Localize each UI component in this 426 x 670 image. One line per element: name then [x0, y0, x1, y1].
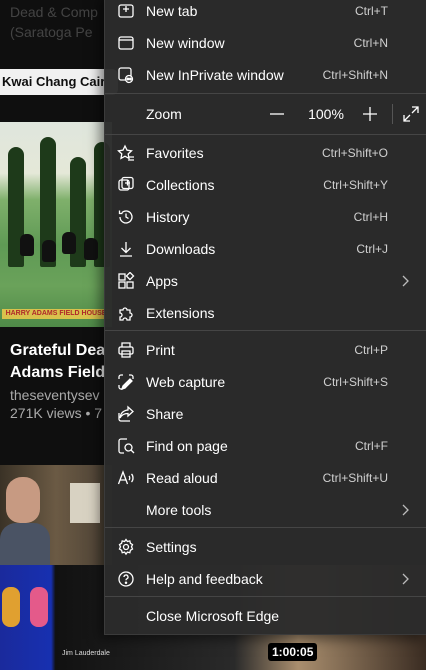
- menu-item-shortcut: Ctrl+Shift+S: [323, 375, 388, 389]
- menu-item-print[interactable]: Print Ctrl+P: [105, 334, 426, 366]
- video-duration-badge: 1:00:05: [268, 643, 318, 661]
- video-title[interactable]: Grateful Dea Adams Field: [10, 340, 110, 384]
- menu-item-label: New window: [146, 35, 225, 51]
- menu-divider: [105, 527, 426, 528]
- menu-item-label: New InPrivate window: [146, 67, 284, 83]
- menu-item-new-inprivate-window[interactable]: New InPrivate window Ctrl+Shift+N: [105, 59, 426, 91]
- menu-divider: [105, 596, 426, 597]
- help-icon: [117, 570, 135, 588]
- thumbnail-caption: Jim Lauderdale: [62, 650, 110, 657]
- menu-item-label: Downloads: [146, 241, 216, 257]
- menu-item-shortcut: Ctrl+N: [353, 36, 388, 50]
- menu-item-label: Close Microsoft Edge: [146, 608, 280, 624]
- menu-item-read-aloud[interactable]: Read aloud Ctrl+Shift+U: [105, 462, 426, 494]
- print-icon: [117, 341, 135, 359]
- new-tab-icon: [117, 2, 135, 20]
- zoom-out-button[interactable]: [268, 105, 286, 123]
- video-thumbnail[interactable]: [0, 465, 112, 565]
- zoom-label: Zoom: [146, 106, 182, 122]
- apps-icon: [117, 272, 135, 290]
- menu-item-label: Share: [146, 406, 184, 422]
- menu-item-label: History: [146, 209, 190, 225]
- menu-item-label: Find on page: [146, 438, 228, 454]
- channel-name[interactable]: theseventysev: [10, 387, 110, 403]
- menu-item-label: Help and feedback: [146, 571, 263, 587]
- menu-item-label: Print: [146, 342, 175, 358]
- menu-item-shortcut: Ctrl+Shift+Y: [323, 178, 388, 192]
- extensions-icon: [117, 304, 135, 322]
- web-capture-icon: [117, 373, 135, 391]
- menu-item-shortcut: Ctrl+Shift+U: [322, 471, 388, 485]
- video-thumbnail[interactable]: HARRY ADAMS FIELD HOUSE: [0, 122, 112, 327]
- fullscreen-icon[interactable]: [402, 105, 420, 123]
- menu-item-label: Favorites: [146, 145, 204, 161]
- menu-item-shortcut: Ctrl+H: [353, 210, 388, 224]
- read-aloud-icon: [117, 469, 135, 487]
- chevron-right-icon: [398, 503, 412, 517]
- filter-chip[interactable]: Kwai Chang Cair: [0, 69, 118, 95]
- menu-item-downloads[interactable]: Downloads Ctrl+J: [105, 233, 426, 265]
- menu-item-web-capture[interactable]: Web capture Ctrl+Shift+S: [105, 366, 426, 398]
- history-icon: [117, 208, 135, 226]
- menu-item-help-feedback[interactable]: Help and feedback: [105, 563, 426, 595]
- menu-item-favorites[interactable]: Favorites Ctrl+Shift+O: [105, 137, 426, 169]
- menu-item-shortcut: Ctrl+T: [355, 4, 388, 18]
- menu-item-find-on-page[interactable]: Find on page Ctrl+F: [105, 430, 426, 462]
- chevron-right-icon: [398, 572, 412, 586]
- thumbnail-banner: HARRY ADAMS FIELD HOUSE: [2, 309, 110, 319]
- menu-item-shortcut: Ctrl+Shift+O: [321, 146, 388, 160]
- menu-item-more-tools[interactable]: More tools: [105, 494, 426, 526]
- menu-item-label: Extensions: [146, 305, 215, 321]
- menu-divider: [105, 330, 426, 331]
- menu-item-extensions[interactable]: Extensions: [105, 297, 426, 329]
- menu-item-label: More tools: [146, 502, 212, 518]
- menu-item-shortcut: Ctrl+P: [354, 343, 388, 357]
- zoom-level: 100%: [308, 106, 344, 122]
- menu-item-new-tab[interactable]: New tab Ctrl+T: [105, 0, 426, 27]
- menu-item-label: Apps: [146, 273, 178, 289]
- find-icon: [117, 437, 135, 455]
- menu-item-close-edge[interactable]: Close Microsoft Edge: [105, 600, 426, 632]
- new-window-icon: [117, 34, 135, 52]
- menu-item-label: Web capture: [146, 374, 226, 390]
- video-meta: 271K views • 7: [10, 405, 103, 421]
- menu-item-label: New tab: [146, 3, 198, 19]
- menu-item-settings[interactable]: Settings: [105, 531, 426, 563]
- menu-item-label: Settings: [146, 539, 197, 555]
- menu-item-collections[interactable]: Collections Ctrl+Shift+Y: [105, 169, 426, 201]
- menu-item-shortcut: Ctrl+Shift+N: [322, 68, 388, 82]
- settings-icon: [117, 538, 135, 556]
- menu-item-shortcut: Ctrl+J: [356, 242, 388, 256]
- inprivate-icon: [117, 66, 135, 84]
- menu-item-shortcut: Ctrl+F: [355, 439, 388, 453]
- zoom-divider: [392, 104, 393, 124]
- menu-divider: [105, 134, 426, 135]
- zoom-in-button[interactable]: [361, 105, 379, 123]
- chevron-right-icon: [398, 274, 412, 288]
- menu-item-history[interactable]: History Ctrl+H: [105, 201, 426, 233]
- menu-divider: [105, 93, 426, 94]
- favorites-icon: [117, 144, 135, 162]
- menu-item-label: Read aloud: [146, 470, 218, 486]
- menu-item-share[interactable]: Share: [105, 398, 426, 430]
- menu-item-label: Collections: [146, 177, 215, 193]
- menu-item-new-window[interactable]: New window Ctrl+N: [105, 27, 426, 59]
- settings-and-more-menu: New tab Ctrl+T New window Ctrl+N New InP…: [104, 0, 426, 635]
- collections-icon: [117, 176, 135, 194]
- download-icon: [117, 240, 135, 258]
- menu-item-zoom: Zoom 100%: [105, 98, 426, 130]
- share-icon: [117, 405, 135, 423]
- menu-item-apps[interactable]: Apps: [105, 265, 426, 297]
